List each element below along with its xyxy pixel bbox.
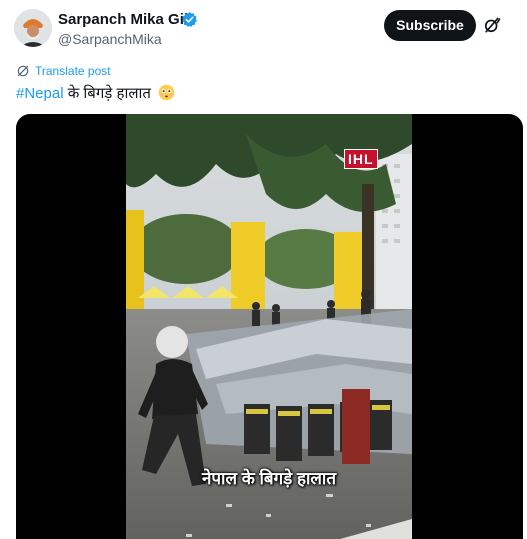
verified-badge-icon — [182, 12, 197, 28]
hashtag-link[interactable]: #Nepal — [16, 85, 64, 102]
translate-icon — [17, 65, 29, 77]
subscribe-button[interactable]: Subscribe — [384, 10, 476, 41]
video-player[interactable]: IHL नेपाल के बिगड़े हालात — [16, 114, 523, 539]
author-handle[interactable]: @SarpanchMika — [58, 31, 162, 47]
author-name[interactable]: Sarpanch Mika Gill — [58, 11, 192, 28]
translate-post-link[interactable]: Translate post — [16, 62, 111, 80]
post-header: Sarpanch Mika Gill @SarpanchMika Subscri… — [0, 0, 527, 56]
flushed-face-emoji — [158, 84, 175, 101]
video-caption: नेपाल के बिगड़े हालात — [201, 469, 337, 488]
post-text-body: के बिगड़े हालात — [63, 85, 151, 102]
ihl-watermark: IHL — [344, 149, 378, 169]
translate-label: Translate post — [35, 64, 111, 78]
video-frame[interactable]: IHL नेपाल के बिगड़े हालात — [126, 114, 412, 539]
post-text: #Nepal के बिगड़े हालात — [16, 83, 175, 103]
author-avatar[interactable] — [14, 9, 52, 47]
grok-icon[interactable] — [482, 15, 502, 35]
